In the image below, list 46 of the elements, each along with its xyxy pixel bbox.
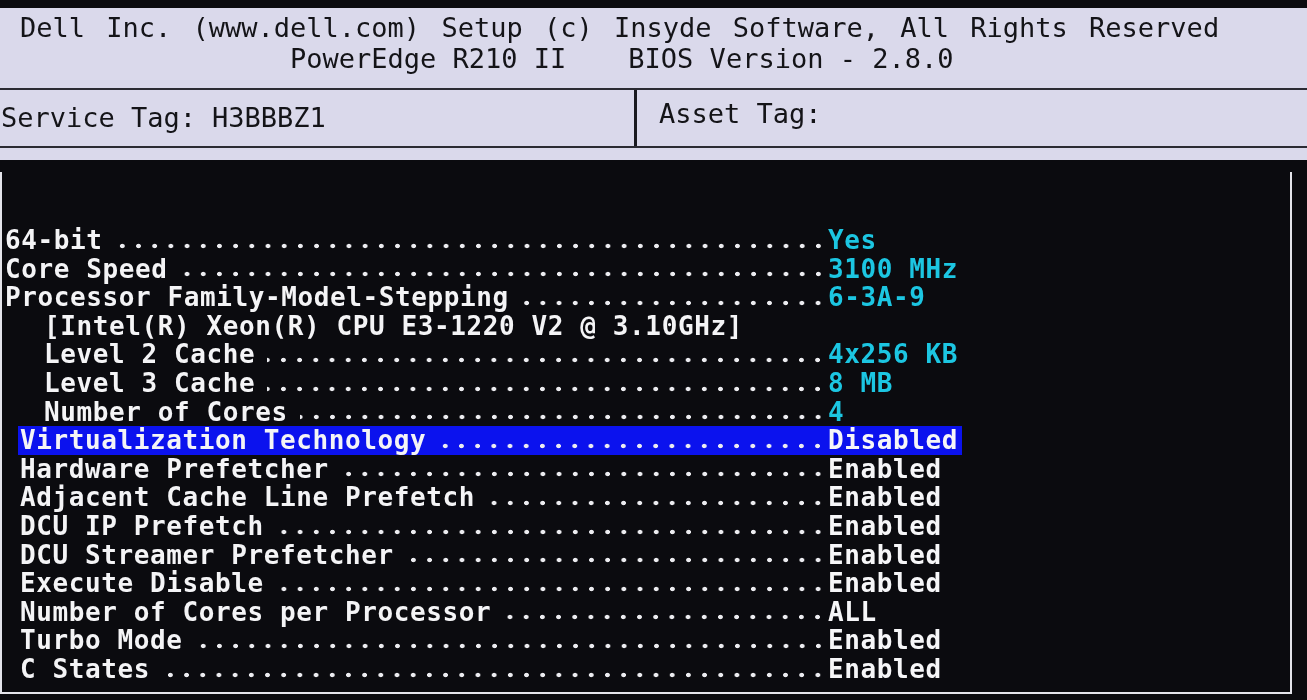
- setting-label: C States: [20, 654, 151, 684]
- asset-tag-label: Asset Tag:: [659, 96, 822, 131]
- info-label: Processor Family-Model-Stepping: [5, 283, 509, 312]
- service-tag-value: H3BBBZ1: [212, 100, 326, 135]
- setting-value: ALL: [828, 597, 878, 627]
- setting-label: DCU Streamer Prefetcher: [20, 540, 394, 570]
- setting-row[interactable]: Turbo Mode Enabled: [18, 626, 962, 655]
- setting-value: Enabled: [828, 569, 943, 598]
- cpu-name-text: [Intel(R) Xeon(R) CPU E3-1220 V2 @ 3.10GHz]: [44, 311, 743, 341]
- info-value: 4: [828, 397, 846, 427]
- info-label: Number of Cores: [44, 397, 288, 427]
- model-name: PowerEdge R210 II: [290, 44, 567, 74]
- setting-value: Enabled: [828, 626, 943, 655]
- info-value: 8 MB: [828, 368, 894, 398]
- info-label: Core Speed: [5, 254, 168, 284]
- info-value: Yes: [828, 226, 878, 255]
- setting-value: Enabled: [828, 483, 943, 512]
- setting-value: Enabled: [828, 511, 943, 541]
- setting-row[interactable]: Execute Disable Enabled: [18, 569, 962, 598]
- setting-value: Disabled: [828, 426, 960, 455]
- info-label: Level 2 Cache: [44, 340, 256, 369]
- setting-label: Execute Disable: [20, 569, 264, 598]
- service-tag-label: Service Tag:: [1, 100, 197, 135]
- setting-label: Virtualization Technology: [20, 426, 427, 455]
- copyright-text: Dell Inc. (www.dell.com) Setup (c) Insyde Software, All Rights Reserved: [20, 12, 1220, 43]
- info-value: 6-3A-9: [828, 283, 927, 312]
- setting-row[interactable]: Virtualization Technology Disabled: [18, 426, 962, 455]
- setting-label: Turbo Mode: [20, 626, 183, 655]
- info-label: 64-bit: [5, 226, 103, 255]
- info-value: 3100 MHz: [828, 254, 960, 284]
- setting-label: DCU IP Prefetch: [20, 511, 264, 541]
- bios-version: BIOS Version - 2.8.0: [628, 44, 954, 74]
- setting-value: Enabled: [828, 454, 943, 484]
- info-value: 4x256 KB: [828, 340, 960, 369]
- info-label: Level 3 Cache: [44, 368, 256, 398]
- setting-row[interactable]: Adjacent Cache Line Prefetch Enabled: [18, 483, 962, 512]
- setting-row[interactable]: DCU IP Prefetch Enabled: [18, 511, 962, 541]
- setting-label: Hardware Prefetcher: [20, 454, 329, 484]
- setting-row[interactable]: C States Enabled: [18, 654, 962, 684]
- setting-label: Adjacent Cache Line Prefetch: [20, 483, 476, 512]
- setting-label: Number of Cores per Processor: [20, 597, 492, 627]
- setting-row[interactable]: Number of Cores per Processor ALL: [18, 597, 962, 627]
- setting-row[interactable]: Hardware Prefetcher Enabled: [18, 454, 962, 484]
- setting-value: Enabled: [828, 654, 943, 684]
- setting-value: Enabled: [828, 540, 943, 570]
- setting-row[interactable]: DCU Streamer Prefetcher Enabled: [18, 540, 962, 570]
